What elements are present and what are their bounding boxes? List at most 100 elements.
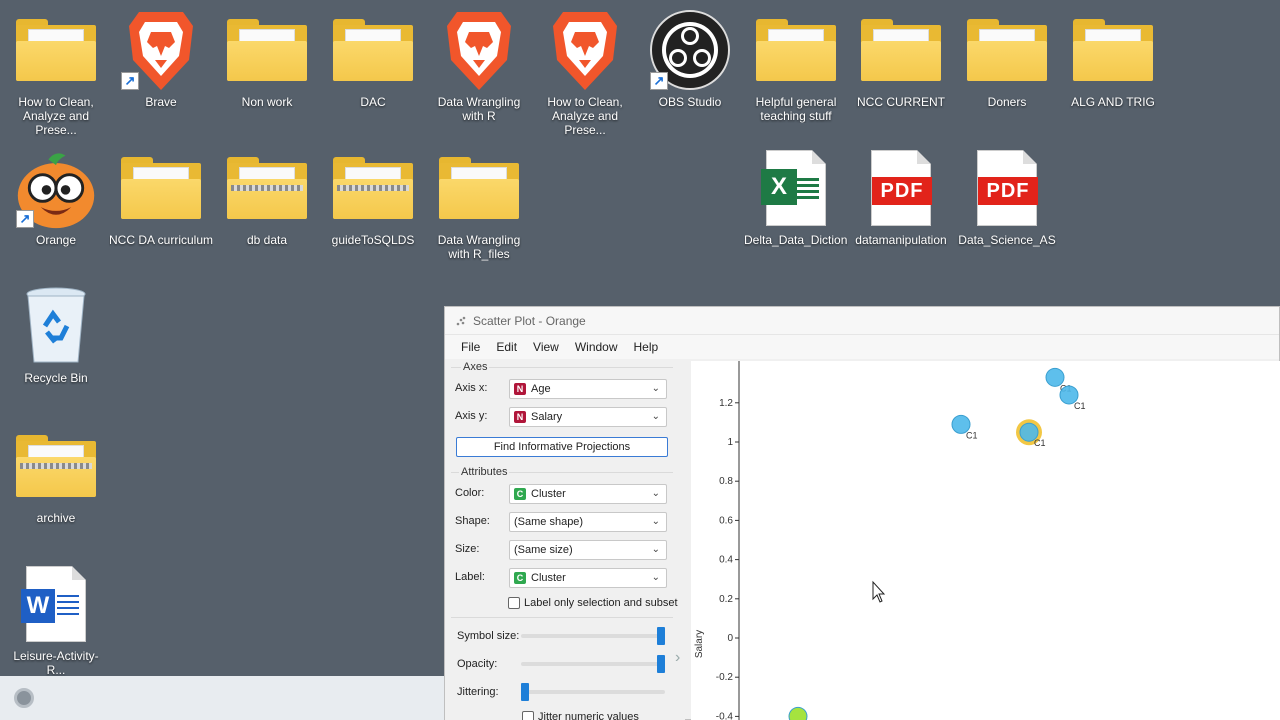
start-icon[interactable] <box>14 688 34 708</box>
shape-select[interactable]: (Same shape) ⌄ <box>509 512 667 532</box>
desktop-icon-data-wrangling-with-r[interactable]: Data Wrangling with R <box>427 8 531 123</box>
desktop-icon-leisure-activity-r[interactable]: W Leisure-Activity-R... <box>4 562 108 677</box>
label-only-selection-checkbox[interactable] <box>508 597 520 609</box>
symbol-size-label: Symbol size: <box>457 630 520 642</box>
chevron-right-icon[interactable]: › <box>675 649 680 667</box>
axis-y-select[interactable]: N Salary ⌄ <box>509 407 667 427</box>
opacity-label: Opacity: <box>457 658 498 670</box>
desktop-icon-delta-data-diction[interactable]: X Delta_Data_Diction... <box>744 146 848 247</box>
desktop-icon-datamanipulation[interactable]: PDF datamanipulation <box>849 146 953 247</box>
desktop-icon-label: DAC <box>360 95 386 109</box>
jittering-slider[interactable] <box>521 683 665 701</box>
folder-icon <box>1073 19 1153 81</box>
size-label: Size: <box>455 543 480 555</box>
y-tick-label: 1 <box>727 437 733 448</box>
shape-label: Shape: <box>455 515 490 527</box>
desktop-icon-image: ↗ <box>648 8 732 92</box>
scatter-plot-svg: 1.210.80.60.40.20-0.2-0.4SalaryC1C1C1C1 <box>694 361 1086 720</box>
desktop-icon-label: Non work <box>241 95 293 109</box>
desktop-icon-label: ALG AND TRIG <box>1071 95 1155 109</box>
desktop-icon-recycle-bin[interactable]: Recycle Bin <box>4 284 108 385</box>
desktop-icon-label: Data Wrangling with R_files <box>437 233 521 261</box>
chevron-down-icon: ⌄ <box>651 411 660 422</box>
folder-icon <box>439 157 519 219</box>
size-select[interactable]: (Same size) ⌄ <box>509 540 667 560</box>
menu-file[interactable]: File <box>453 340 488 354</box>
color-select[interactable]: C Cluster ⌄ <box>509 484 667 504</box>
desktop-icon-image: PDF <box>965 146 1049 230</box>
folder-icon <box>756 19 836 81</box>
pdf-badge: PDF <box>978 177 1038 205</box>
desktop-icon-how-to-clean-analyze-and-prese[interactable]: How to Clean, Analyze and Prese... <box>533 8 637 137</box>
desktop-icon-image <box>14 8 98 92</box>
excel-file-icon: X <box>761 150 826 226</box>
desktop-icon-ncc-da-curriculum[interactable]: NCC DA curriculum <box>109 146 213 247</box>
desktop-icon-label: Helpful general teaching stuff <box>755 95 837 123</box>
scatter-plot-area[interactable]: 1.210.80.60.40.20-0.2-0.4SalaryC1C1C1C1 <box>691 361 1280 720</box>
axis-y-value: Salary <box>531 411 563 423</box>
label-value: Cluster <box>531 572 566 584</box>
symbol-size-slider[interactable] <box>521 627 665 645</box>
scatter-point[interactable] <box>788 706 808 720</box>
pdf-badge: PDF <box>872 177 932 205</box>
axis-x-label: Axis x: <box>455 382 488 394</box>
axis-x-value: Age <box>531 383 551 395</box>
y-tick-label: 0.6 <box>719 515 733 526</box>
desktop-icon-image <box>543 8 627 92</box>
desktop-icon-data-wrangling-with-r-files[interactable]: Data Wrangling with R_files <box>427 146 531 261</box>
desktop-icon-guidetosqlds[interactable]: guideToSQLDS <box>321 146 425 247</box>
desktop-icon-data-science-as[interactable]: PDF Data_Science_AS <box>955 146 1059 247</box>
desktop-icon-orange[interactable]: ↗ Orange <box>4 146 108 247</box>
zip-folder-icon <box>16 435 96 497</box>
pdf-file-icon: PDF <box>977 150 1038 226</box>
desktop-icon-image: PDF <box>859 146 943 230</box>
desktop-icon-non-work[interactable]: Non work <box>215 8 319 109</box>
y-tick-label: 0 <box>727 633 733 644</box>
desktop-icon-label: datamanipulation <box>855 233 947 247</box>
desktop-icon-doners[interactable]: Doners <box>955 8 1059 109</box>
chevron-down-icon: ⌄ <box>651 544 660 555</box>
label-select[interactable]: C Cluster ⌄ <box>509 568 667 588</box>
label-label: Label: <box>455 571 485 583</box>
zip-folder-icon <box>333 157 413 219</box>
jittering-label: Jittering: <box>457 686 499 698</box>
desktop-icon-brave[interactable]: ↗ Brave <box>109 8 213 109</box>
point-label: C1 <box>1074 401 1086 411</box>
point-label: C1 <box>1034 438 1046 448</box>
desktop-icon-label: Data Wrangling with R <box>437 95 521 123</box>
shortcut-arrow-icon: ↗ <box>16 210 34 228</box>
y-tick-label: 0.4 <box>719 555 733 566</box>
desktop-icon-label: NCC CURRENT <box>857 95 945 109</box>
desktop-icon-label: OBS Studio <box>658 95 722 109</box>
desktop-icon-obs-studio[interactable]: ↗ OBS Studio <box>638 8 742 109</box>
opacity-slider[interactable] <box>521 655 665 673</box>
desktop-icon-how-to-clean-analyze-and-prese[interactable]: How to Clean, Analyze and Prese... <box>4 8 108 137</box>
desktop-icon-archive[interactable]: archive <box>4 424 108 525</box>
axis-x-select[interactable]: N Age ⌄ <box>509 379 667 399</box>
find-informative-projections-button[interactable]: Find Informative Projections <box>456 437 668 457</box>
menu-view[interactable]: View <box>525 340 567 354</box>
jitter-numeric-checkbox[interactable] <box>522 711 534 720</box>
jittering-slider-thumb[interactable] <box>521 683 529 701</box>
folder-icon <box>16 19 96 81</box>
menu-edit[interactable]: Edit <box>488 340 525 354</box>
desktop-icon-alg-and-trig[interactable]: ALG AND TRIG <box>1061 8 1165 109</box>
zip-folder-icon <box>227 157 307 219</box>
desktop-icon-label: How to Clean, Analyze and Prese... <box>547 95 623 137</box>
desktop-icon-label: guideToSQLDS <box>331 233 415 247</box>
desktop-icon-image <box>225 8 309 92</box>
window-title: Scatter Plot - Orange <box>473 313 586 328</box>
desktop-icon-ncc-current[interactable]: NCC CURRENT <box>849 8 953 109</box>
opacity-slider-thumb[interactable] <box>657 655 665 673</box>
desktop-icon-db-data[interactable]: db data <box>215 146 319 247</box>
symbol-size-slider-thumb[interactable] <box>657 627 665 645</box>
menu-help[interactable]: Help <box>626 340 667 354</box>
desktop-icon-image <box>437 8 521 92</box>
menu-bar: File Edit View Window Help <box>445 335 1279 359</box>
divider <box>451 617 673 618</box>
menu-window[interactable]: Window <box>567 340 626 354</box>
numeric-variable-icon: N <box>514 411 526 423</box>
desktop-icon-dac[interactable]: DAC <box>321 8 425 109</box>
desktop-icon-helpful-general-teaching-stuff[interactable]: Helpful general teaching stuff <box>744 8 848 123</box>
shortcut-arrow-icon: ↗ <box>121 72 139 90</box>
